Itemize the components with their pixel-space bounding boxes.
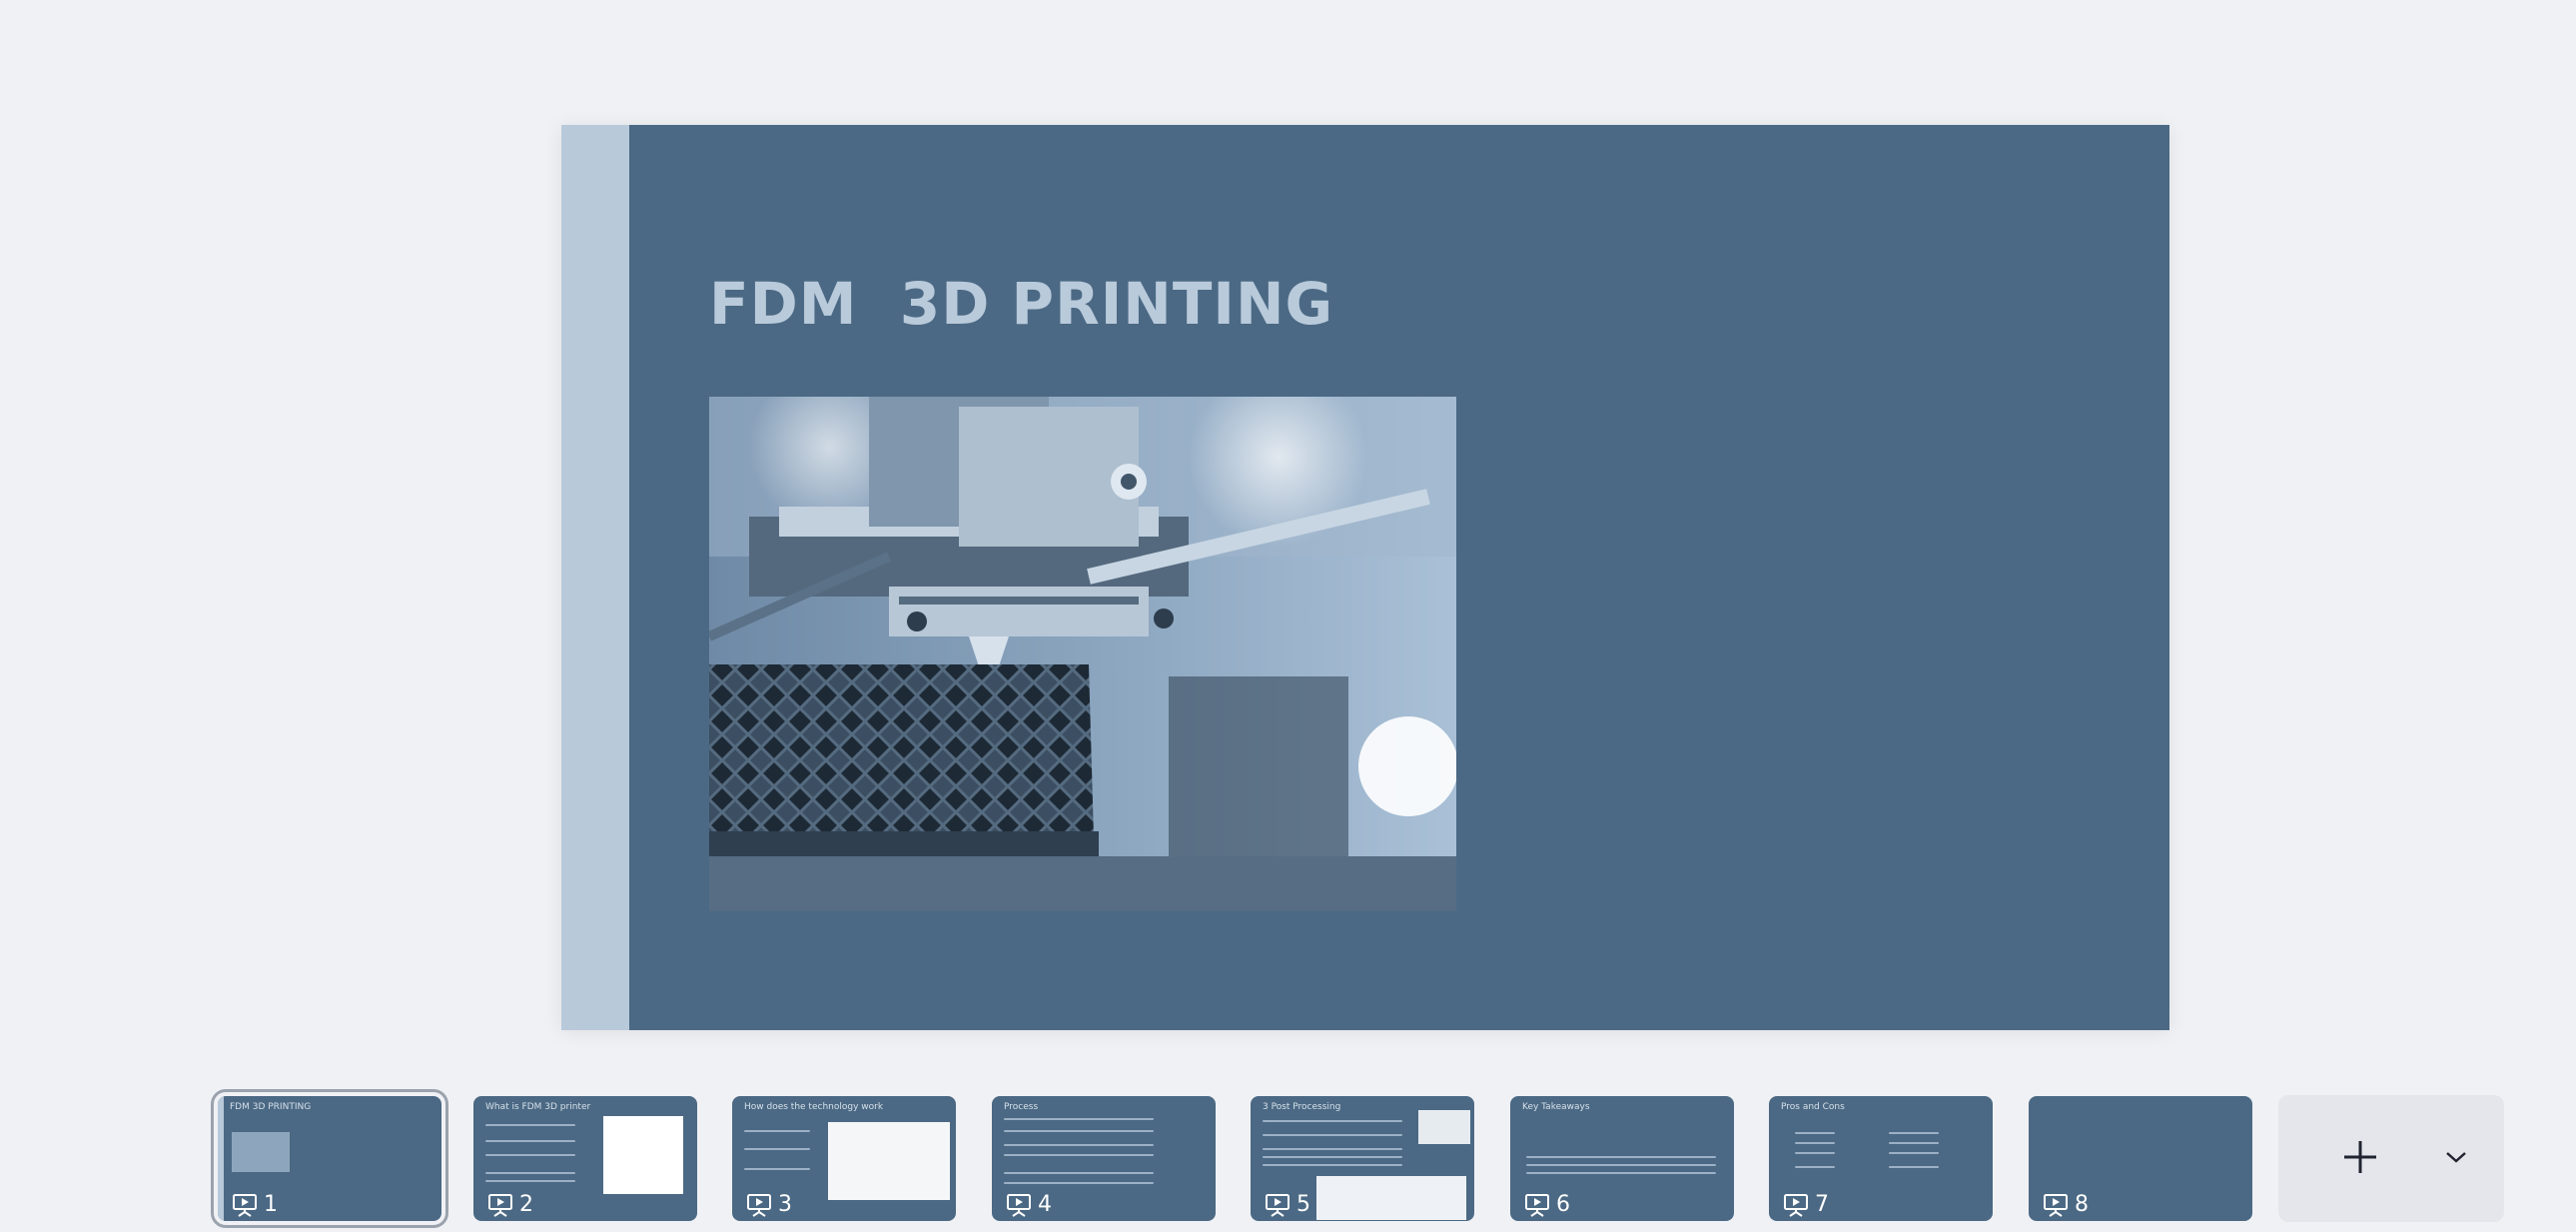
presentation-icon xyxy=(1266,1194,1289,1217)
thumb-title: 3 Post Processing xyxy=(1263,1102,1341,1112)
thumb-text-line xyxy=(485,1180,575,1182)
thumb-title: What is FDM 3D printer xyxy=(485,1102,591,1112)
slide-thumbnail[interactable]: What is FDM 3D printer 2 xyxy=(473,1096,697,1221)
slide-title[interactable]: FDM 3D PRINTING xyxy=(709,270,1333,338)
thumb-text-line xyxy=(485,1172,575,1174)
printer-nozzle-image xyxy=(709,397,1456,911)
thumb-text-line xyxy=(1795,1166,1835,1168)
thumb-text-line xyxy=(744,1148,810,1150)
thumb-text-line xyxy=(1889,1132,1939,1134)
thumb-text-line xyxy=(1004,1118,1154,1120)
slide-number-badge: 4 xyxy=(1006,1193,1052,1217)
thumb-text-line xyxy=(1526,1164,1716,1166)
main-slide[interactable]: FDM 3D PRINTING xyxy=(561,125,2169,1030)
slide-number-badge: 8 xyxy=(2043,1193,2089,1217)
presentation-icon xyxy=(1784,1194,1808,1217)
slide-number-badge: 7 xyxy=(1783,1193,1829,1217)
slide-thumbnail[interactable]: Key Takeaways 6 xyxy=(1510,1096,1734,1221)
slide-thumbnail[interactable]: Pros and Cons 7 xyxy=(1769,1096,1993,1221)
slide-accent-bar xyxy=(561,125,629,1030)
presentation-icon xyxy=(488,1194,512,1217)
thumb-text-line xyxy=(1263,1156,1402,1158)
thumb-text-line xyxy=(1795,1132,1835,1134)
thumb-text-line xyxy=(744,1130,810,1132)
presentation-icon xyxy=(1525,1194,1549,1217)
slide-photo[interactable] xyxy=(709,397,1456,911)
thumb-text-line xyxy=(1263,1134,1402,1136)
slide-number-badge: 3 xyxy=(746,1193,792,1217)
thumb-title: How does the technology work xyxy=(744,1102,884,1112)
slide-number: 7 xyxy=(1815,1192,1829,1217)
thumb-text-line xyxy=(1004,1172,1154,1174)
thumb-title: Key Takeaways xyxy=(1522,1102,1590,1112)
thumb-text-line xyxy=(1526,1172,1716,1174)
thumb-text-line xyxy=(485,1140,575,1142)
presentation-icon xyxy=(233,1194,257,1217)
presentation-icon xyxy=(2044,1194,2068,1217)
slide-thumbnail[interactable]: 3 Post Processing 5 xyxy=(1251,1096,1474,1221)
slide-number: 6 xyxy=(1556,1192,1570,1217)
add-slide-button[interactable] xyxy=(2278,1095,2504,1222)
thumb-text-line xyxy=(1263,1120,1402,1122)
slide-thumbnail[interactable]: FDM 3D PRINTING 1 xyxy=(211,1089,448,1228)
thumb-text-line xyxy=(1263,1164,1402,1166)
thumb-text-line xyxy=(744,1168,810,1170)
thumb-text-line xyxy=(1889,1152,1939,1154)
presentation-icon xyxy=(1007,1194,1031,1217)
thumb-text-line xyxy=(1795,1152,1835,1154)
thumb-text-line xyxy=(1004,1182,1154,1184)
slide-number-badge: 2 xyxy=(487,1193,533,1217)
thumb-text-line xyxy=(1795,1142,1835,1144)
thumb-accent-bar xyxy=(218,1096,224,1221)
plus-icon xyxy=(2344,1141,2376,1173)
slide-number: 4 xyxy=(1038,1192,1052,1217)
thumb-title: Pros and Cons xyxy=(1781,1102,1845,1112)
thumb-text-line xyxy=(1889,1142,1939,1144)
thumb-text-line xyxy=(1004,1130,1154,1132)
thumb-title: Process xyxy=(1004,1102,1039,1112)
slide-number-badge: 6 xyxy=(1524,1193,1570,1217)
thumb-text-line xyxy=(1526,1156,1716,1158)
slide-number: 8 xyxy=(2075,1192,2089,1217)
thumb-text-line xyxy=(485,1154,575,1156)
slide-number-badge: 1 xyxy=(232,1193,278,1217)
thumb-text-line xyxy=(1889,1166,1939,1168)
thumb-image xyxy=(828,1122,950,1200)
thumb-table xyxy=(1316,1176,1466,1220)
slide-thumbnail[interactable]: Process 4 xyxy=(992,1096,1216,1221)
presentation-icon xyxy=(747,1194,771,1217)
thumb-text-line xyxy=(485,1124,575,1126)
thumb-text-line xyxy=(1263,1148,1402,1150)
thumb-image xyxy=(232,1132,290,1172)
slide-number: 5 xyxy=(1296,1192,1310,1217)
slide-number-badge: 5 xyxy=(1265,1193,1310,1217)
slide-number: 1 xyxy=(264,1192,278,1217)
slide-thumbnail[interactable]: How does the technology work 3 xyxy=(732,1096,956,1221)
thumb-text-line xyxy=(1004,1154,1154,1156)
thumb-title: FDM 3D PRINTING xyxy=(230,1102,312,1112)
slide-thumbnail[interactable]: 8 xyxy=(2029,1096,2252,1221)
slide-number: 2 xyxy=(519,1192,533,1217)
chevron-down-icon[interactable] xyxy=(2444,1147,2468,1167)
thumb-image xyxy=(1418,1110,1470,1144)
slide-number: 3 xyxy=(778,1192,792,1217)
thumb-image xyxy=(603,1116,683,1194)
thumb-text-line xyxy=(1004,1144,1154,1146)
